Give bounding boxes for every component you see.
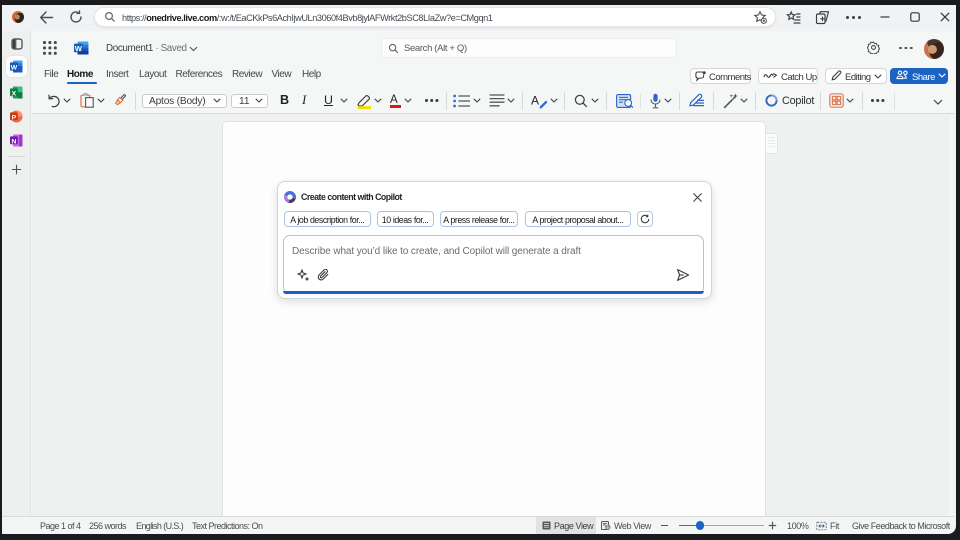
svg-text:X: X	[12, 90, 17, 97]
svg-text:P: P	[12, 114, 17, 121]
svg-text:N: N	[11, 138, 16, 145]
svg-text:W: W	[75, 44, 83, 53]
svg-text:W: W	[11, 64, 18, 71]
svg-text:A: A	[531, 93, 539, 107]
